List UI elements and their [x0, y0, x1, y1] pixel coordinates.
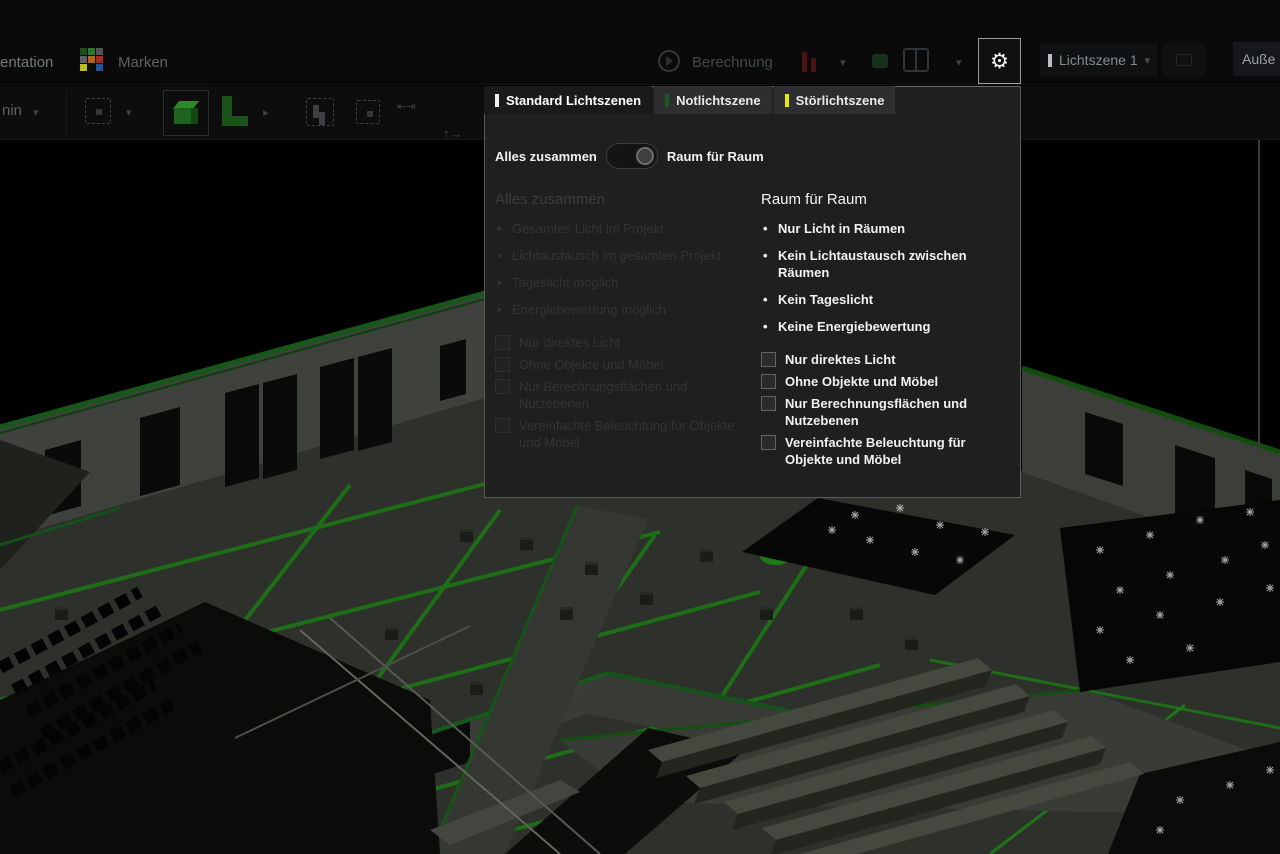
gear-icon: ⚙	[990, 51, 1009, 72]
tab-notlichtszene[interactable]: Notlichtszene	[654, 86, 772, 114]
tab-label: Notlichtszene	[676, 93, 761, 108]
checkbox-icon	[761, 396, 776, 411]
coordinate-axes-icon[interactable]: ↑→	[443, 126, 469, 154]
checkbox-nur-direktes-licht[interactable]: Nur direktes Licht	[761, 351, 1013, 368]
lightscene-selector[interactable]: Lichtszene 1 ▾	[1040, 44, 1158, 76]
berechnung-button[interactable]: Berechnung	[692, 54, 773, 71]
checkbox-icon	[761, 435, 776, 450]
column-title: Alles zusammen	[495, 191, 751, 208]
bullet-item: •Tageslicht möglich	[495, 274, 751, 291]
marken-icon	[80, 48, 103, 71]
zoom-selection-icon[interactable]	[356, 100, 380, 124]
aussen-label: Auße	[1242, 51, 1275, 67]
frame-icon	[1176, 54, 1192, 66]
scope-toggle-row: Alles zusammen Raum für Raum	[495, 143, 764, 169]
lightscene-list-icon[interactable]	[802, 50, 816, 72]
tab-indicator	[495, 94, 499, 107]
checkbox-icon	[495, 379, 510, 394]
lightscene-settings-popup: Standard Lichtszenen Notlichtszene Störl…	[484, 86, 1021, 498]
checkbox-icon	[761, 352, 776, 367]
dim-green-icon[interactable]	[872, 54, 888, 68]
bullet-item: •Lichtaustausch im gesamten Projekt	[495, 247, 751, 264]
lightscene-tabs: Standard Lichtszenen Notlichtszene Störl…	[484, 86, 895, 114]
tab-stoerlichtszene[interactable]: Störlichtszene	[774, 86, 896, 114]
bullet-item: •Energiebewertung möglich	[495, 301, 751, 318]
scope-toggle-switch[interactable]	[606, 143, 658, 169]
arrow-right-icon[interactable]: ▸	[263, 106, 269, 119]
floorplan-l-icon[interactable]	[222, 96, 250, 126]
tab-marken[interactable]: Marken	[118, 54, 168, 71]
tab-dokumentation-partial[interactable]: entation	[0, 54, 53, 71]
chevron-down-icon: ▾	[1145, 54, 1151, 67]
raum-fuer-raum-column: Raum für Raum •Nur Licht in Räumen •Kein…	[761, 191, 1013, 473]
zoom-to-fit-icon[interactable]	[306, 98, 334, 126]
checkbox-icon	[495, 357, 510, 372]
lightscene-indicator	[1048, 54, 1052, 67]
tab-label: Störlichtszene	[796, 93, 885, 108]
bullet-item: •Kein Tageslicht	[761, 291, 1013, 308]
alles-zusammen-column: Alles zusammen •Gesamtes Licht im Projek…	[495, 191, 751, 456]
tab-indicator	[665, 94, 669, 107]
bullet-item: •Nur Licht in Räumen	[761, 220, 1013, 237]
berechnung-icon	[658, 50, 680, 72]
tab-label: Standard Lichtszenen	[506, 93, 641, 108]
toggle-knob	[636, 147, 654, 165]
chevron-down-icon[interactable]: ▾	[956, 56, 962, 69]
lightscene-value: Lichtszene 1	[1059, 52, 1138, 68]
left-dropdown-partial[interactable]: nin	[2, 102, 22, 119]
chevron-down-icon[interactable]: ▾	[840, 56, 846, 69]
column-title: Raum für Raum	[761, 191, 1013, 208]
bullet-item: •Keine Energiebewertung	[761, 318, 1013, 335]
toggle-right-label: Raum für Raum	[667, 149, 764, 164]
checkbox-vereinfachte-beleuchtung-disabled: Vereinfachte Beleuchtung für Objekte und…	[495, 417, 751, 451]
checkbox-nur-berechnungsflaechen[interactable]: Nur Berechnungsflächen und Nutzebenen	[761, 395, 1013, 429]
application-window: entation Marken Berechnung ▾ ▾ ⚙ Lichtsz…	[0, 0, 1280, 854]
documentation-book-icon[interactable]	[903, 48, 929, 72]
measure-distance-icon[interactable]: ⇤⇥	[397, 100, 427, 126]
checkbox-icon	[495, 335, 510, 350]
tab-indicator	[785, 94, 789, 107]
tab-standard-lichtszenen[interactable]: Standard Lichtszenen	[484, 86, 652, 114]
cube-3d-icon	[174, 101, 198, 125]
checkbox-vereinfachte-beleuchtung[interactable]: Vereinfachte Beleuchtung für Objekte und…	[761, 434, 1013, 468]
bullet-item: •Gesamtes Licht im Projekt	[495, 220, 751, 237]
checkbox-nur-direktes-licht-disabled: Nur direktes Licht	[495, 334, 751, 351]
checkbox-icon	[761, 374, 776, 389]
toolbar-main: entation Marken Berechnung ▾ ▾ ⚙ Lichtsz…	[0, 0, 1280, 85]
toggle-left-label: Alles zusammen	[495, 149, 597, 164]
chevron-down-icon[interactable]: ▾	[33, 106, 39, 119]
small-display-button[interactable]	[1163, 44, 1205, 76]
view-3d-button-active[interactable]	[163, 90, 209, 136]
checkbox-nur-berechnungsflaechen-disabled: Nur Berechnungsflächen und Nutzebenen	[495, 378, 751, 412]
chevron-down-icon[interactable]: ▾	[126, 106, 132, 119]
selection-tool-icon[interactable]	[85, 98, 111, 124]
lightscene-settings-gear-button[interactable]: ⚙	[978, 38, 1021, 84]
checkbox-icon	[495, 418, 510, 433]
checkbox-ohne-objekte[interactable]: Ohne Objekte und Möbel	[761, 373, 1013, 390]
checkbox-ohne-objekte-disabled: Ohne Objekte und Möbel	[495, 356, 751, 373]
aussen-tab-partial[interactable]: Auße	[1233, 42, 1280, 76]
bullet-item: •Kein Lichtaustausch zwischen Räumen	[761, 247, 1013, 281]
